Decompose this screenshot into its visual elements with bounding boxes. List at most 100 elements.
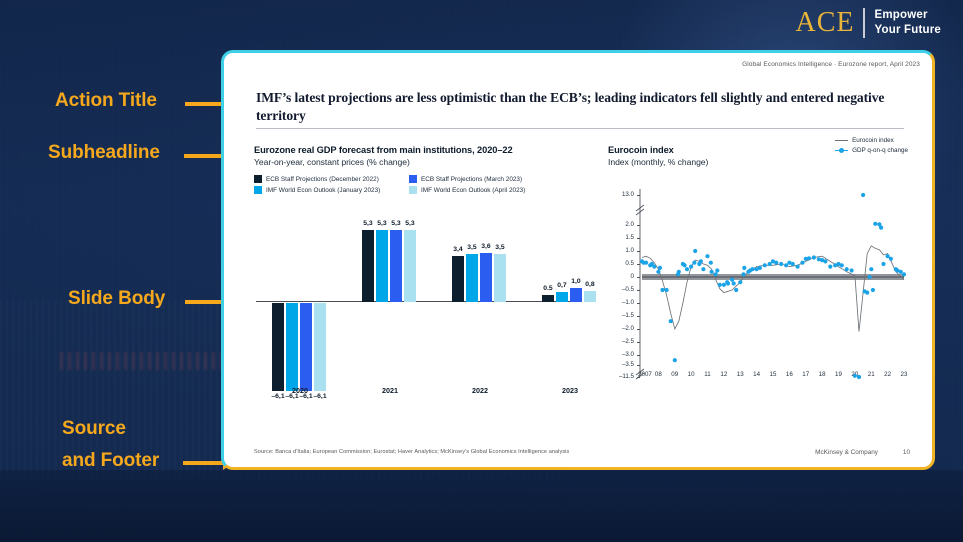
bar-chart-title: Eurozone real GDP forecast from main ins… [254,145,513,155]
bar [542,295,554,302]
gdp-data-point [811,255,816,260]
slide-title: IMF’s latest projections are less optimi… [256,90,885,124]
bar [272,303,284,392]
legend-item: IMF World Econ Outlook (January 2023) [254,186,409,194]
gdp-data-point [741,272,746,277]
gdp-data-point [856,374,862,380]
legend-item: ECB Staff Projections (March 2023) [409,175,564,183]
gdp-data-point [879,225,884,230]
gdp-data-point [823,259,828,264]
gdp-data-point [731,281,736,286]
ace-tagline: Empower Your Future [874,8,941,37]
gdp-data-point [861,192,866,198]
annotation-arrow-action-title [185,97,233,111]
line-chart-svg [635,189,907,380]
bar [452,255,464,302]
legend-swatch-icon [254,186,262,194]
legend-swatch-icon [254,175,262,183]
source-note: Source: Banca d’Italia; European Commiss… [254,449,570,455]
gdp-data-point [828,264,833,269]
bar-chart-legend: ECB Staff Projections (December 2022) ECB… [254,175,584,194]
gdp-data-point [649,261,654,267]
gdp-data-point [689,264,694,269]
gdp-data-point [734,287,739,293]
slide-card: Global Economics Intelligence · Eurozone… [221,50,935,470]
background-bottom-strip [0,470,963,542]
gdp-data-point [641,260,646,265]
annotation-footer: and Footer [62,450,160,471]
gdp-data-point [705,254,710,259]
gdp-data-point [748,268,753,273]
legend-item: Eurocoin index [835,137,908,144]
bar-value-label: 5,3 [405,219,415,227]
bar [584,291,596,302]
gdp-data-point [664,287,669,293]
gdp-data-point [656,269,661,274]
gdp-data-point [844,267,849,272]
gdp-data-point [833,263,838,268]
gdp-data-point [839,263,844,268]
gdp-data-point [657,265,663,270]
legend-item: ECB Staff Projections (December 2022) [254,175,409,183]
gdp-data-point [885,254,890,259]
gdp-data-point [701,267,706,272]
legend-label: IMF World Econ Outlook (April 2023) [421,186,526,194]
gdp-data-point [881,261,886,267]
gdp-data-point [762,263,767,268]
legend-label: IMF World Econ Outlook (January 2023) [266,186,381,194]
annotation-arrow-subheadline [184,149,234,163]
ace-logo: ACE Empower Your Future [795,8,941,38]
gdp-data-point [721,282,726,287]
gdp-data-point [800,260,805,265]
legend-label: ECB Staff Projections (March 2023) [421,175,523,183]
slide-canvas: ACE Empower Your Future Action Title Sub… [0,0,963,542]
ace-wordmark: ACE [795,7,855,38]
gdp-data-point [725,280,730,285]
annotation-arrow-footer [183,456,233,470]
bar [466,254,478,302]
bar-value-label: 0,8 [585,281,595,289]
legend-item: GDP q-on-q change [835,147,908,154]
gdp-data-point [717,282,722,287]
bar-category-label: 2022 [472,386,488,395]
bar-chart-plot: –6,1 –6,1 –6,1 –6,1 2020 5,3 5,3 5,3 5,3 2021 3,4 3… [254,206,596,411]
bar [404,229,416,302]
gdp-data-point [715,268,720,273]
page-number: 10 [902,449,910,456]
gdp-data-point [862,289,867,294]
bar [556,292,568,302]
gdp-data-point [684,267,690,272]
legend-marker-icon [835,147,849,154]
bar [314,303,326,392]
bar [480,253,492,302]
gdp-data-point [852,373,857,378]
line-chart-legend: Eurocoin index GDP q-on-q change [835,137,908,157]
gdp-data-point [767,261,772,267]
gdp-data-point [668,319,673,324]
gdp-data-point [675,272,681,277]
legend-label: Eurocoin index [852,137,894,144]
line-chart-plot: Eurocoin index GDP q-on-q change 13.0 2.0 1… [608,137,908,386]
gdp-data-point [709,269,714,274]
gdp-data-point [708,260,713,265]
annotation-arrow-slide-body [185,295,233,309]
bar [362,229,374,302]
gdp-data-point [888,256,893,261]
annotation-slide-body: Slide Body [68,288,166,309]
bar-chart-subtitle: Year-on-year, constant prices (% change) [254,157,410,167]
bar-category-label: 2020 [292,386,308,395]
gdp-data-point [698,259,703,264]
ace-tagline-line1: Empower [874,9,928,22]
bar [570,288,582,302]
gdp-data-point [713,272,718,277]
bar-category-label: 2021 [382,386,398,395]
gdp-data-point [795,264,800,269]
slide-kicker: Global Economics Intelligence · Eurozone… [742,61,920,68]
gdp-data-point [784,263,789,268]
legend-label: ECB Staff Projections (December 2022) [266,175,379,183]
gdp-data-point [895,268,900,273]
gdp-data-point [870,287,875,293]
gdp-data-point [867,274,872,280]
logo-divider [863,8,866,38]
bar [494,254,506,302]
